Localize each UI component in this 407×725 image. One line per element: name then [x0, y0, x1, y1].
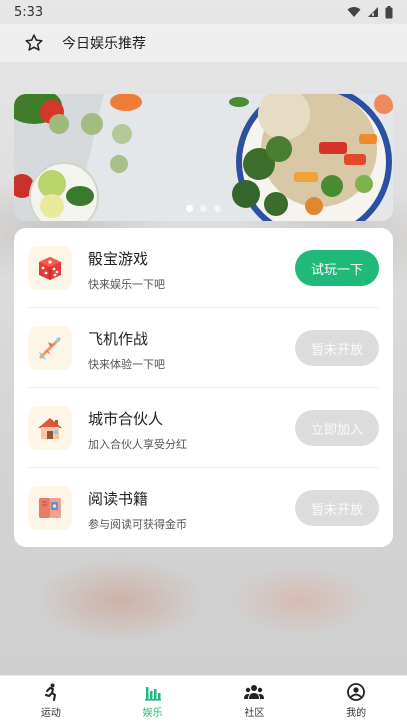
carousel-dot[interactable] [200, 205, 207, 212]
profile-icon [347, 682, 366, 701]
item-title: 飞机作战 [88, 330, 149, 348]
carousel-dot[interactable] [186, 205, 193, 212]
item-title: 骰宝游戏 [88, 250, 149, 268]
list-item[interactable]: 城市合伙人 加入合伙人享受分红 立即加入 [14, 388, 393, 468]
try-button[interactable]: 试玩一下 [295, 250, 379, 286]
header: 今日娱乐推荐 [0, 24, 407, 62]
book-icon [39, 498, 61, 518]
signal-icon [368, 7, 378, 17]
tab-label: 社区 [244, 707, 265, 719]
item-subtitle: 参与阅读可获得金币 [88, 518, 187, 531]
icon-tile [28, 406, 72, 450]
tab-label: 我的 [346, 707, 367, 719]
entertainment-list: 骰宝游戏 快来娱乐一下吧 试玩一下 飞机作战 快来体验一下吧 暂未开放 城市合伙… [14, 228, 393, 547]
item-subtitle: 快来娱乐一下吧 [88, 278, 165, 291]
icon-tile [28, 326, 72, 370]
bar-chart-icon [144, 686, 161, 701]
tab-community[interactable]: 社区 [204, 676, 306, 725]
banner-carousel[interactable] [14, 94, 393, 221]
bottom-tab-bar: 运动 娱乐 社区 我的 [0, 675, 407, 725]
status-time: 5:33 [14, 4, 44, 20]
carousel-dot[interactable] [214, 205, 221, 212]
item-title: 城市合伙人 [88, 410, 164, 428]
tab-profile[interactable]: 我的 [305, 676, 407, 725]
carousel-dots [14, 205, 393, 212]
status-icons [347, 5, 393, 19]
running-icon [44, 683, 56, 701]
list-item[interactable]: 飞机作战 快来体验一下吧 暂未开放 [14, 308, 393, 388]
tab-sports[interactable]: 运动 [0, 676, 102, 725]
item-subtitle: 快来体验一下吧 [88, 358, 165, 371]
house-icon [38, 418, 62, 439]
coming-soon-button[interactable]: 暂未开放 [295, 330, 379, 366]
tab-label: 娱乐 [142, 707, 163, 719]
item-title: 阅读书籍 [88, 490, 149, 508]
icon-tile [28, 246, 72, 290]
star-icon[interactable] [24, 33, 44, 53]
community-icon [244, 684, 265, 699]
dice-icon [39, 257, 61, 280]
join-now-button[interactable]: 立即加入 [295, 410, 379, 446]
tab-label: 运动 [40, 707, 61, 719]
page-title: 今日娱乐推荐 [62, 36, 146, 52]
status-bar: 5:33 [0, 0, 407, 24]
tab-entertainment[interactable]: 娱乐 [102, 676, 204, 725]
plane-icon [39, 337, 61, 360]
list-item[interactable]: 骰宝游戏 快来娱乐一下吧 试玩一下 [14, 228, 393, 308]
coming-soon-button[interactable]: 暂未开放 [295, 490, 379, 526]
battery-icon [385, 5, 393, 18]
list-item[interactable]: 阅读书籍 参与阅读可获得金币 暂未开放 [14, 468, 393, 548]
food-salad-bowl-photo [14, 94, 393, 221]
icon-tile [28, 486, 72, 530]
item-subtitle: 加入合伙人享受分红 [88, 438, 187, 451]
wifi-icon [347, 7, 361, 17]
